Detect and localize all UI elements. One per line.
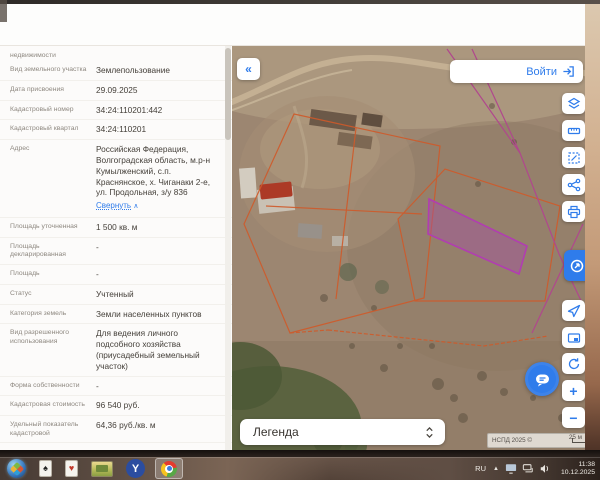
taskbar-chrome-active[interactable] [155,458,183,479]
zoom-in-button[interactable]: + [562,380,585,401]
login-icon [563,66,574,77]
zoom-out-button[interactable]: − [562,407,585,428]
chrome-icon [161,460,177,477]
locate-button[interactable] [562,300,585,321]
info-row-cadastral-value: Кадастровая стоимость 96 540 руб. [0,396,232,417]
tray-time: 11:38 [578,460,595,468]
photo-right-edge [585,0,600,480]
info-row-land-category: Категория земель Земли населенных пункто… [0,305,232,325]
share-icon [567,178,580,191]
measure-area-icon [567,151,580,164]
taskbar-cardgame-icon[interactable]: ♥ [65,460,78,477]
tray-clock[interactable]: 11:38 10.12.2025 [561,461,595,476]
measure-button[interactable] [562,120,585,141]
login-label: Войти [526,65,557,78]
map-area[interactable]: « Войти + − Легенда НСПД 2025 © 25 м [232,46,598,450]
updown-chevrons-icon [426,426,433,438]
hidden-icons-arrow[interactable]: ▲ [493,466,499,472]
minimap-button[interactable] [562,327,585,348]
info-row-date: Дата присвоения 29.09.2025 [0,81,232,101]
info-row-cadastral-number: Кадастровый номер 34:24:110201:442 [0,101,232,121]
windows-logo-icon [9,461,24,476]
info-row-specific-value: Удельный показатель кадастровой 64,36 ру… [0,416,232,444]
app-icon-art [96,465,108,472]
browser-top-strip [0,4,600,46]
tray-volume-icon[interactable] [539,463,551,474]
taskbar-app-icon[interactable] [91,460,113,477]
layers-icon [567,97,580,109]
scale-label: 25 м [568,434,582,441]
photo-top-edge [0,0,600,4]
locate-icon [567,304,580,317]
info-row-area: Площадь - [0,265,232,285]
chat-button[interactable] [525,362,559,396]
tray-network-icon[interactable] [522,463,534,474]
compass-button[interactable] [562,353,585,374]
taskbar-solitaire-icon[interactable]: ♠ [39,460,52,477]
layers-button[interactable] [562,93,585,114]
photo-bottom-edge [0,450,600,457]
photo-corner-mark [0,0,7,22]
info-row-permitted-use: Вид разрешенного использования Для веден… [0,324,232,377]
minimap-icon [567,332,580,343]
compass-rotate-icon [568,357,579,369]
print-icon [567,205,580,218]
share-button[interactable] [562,174,585,195]
chevron-up-icon: ∧ [133,203,139,211]
scale-bar: 25 м [569,434,598,443]
chevrons-left-icon: « [245,62,252,76]
copyright-text: НСПД 2025 © [492,437,533,444]
truncated-label: недвижимости [10,52,56,59]
minus-icon: − [569,409,578,426]
identify-object-icon [570,259,584,272]
collapse-panel-button[interactable]: « [237,58,260,80]
info-row-cadastral-quarter: Кадастровый квартал 34:24:110201 [0,120,232,141]
windows-taskbar: ♠ ♥ Y RU ▲ 11:38 10.12.2025 [0,457,600,480]
info-row-area-declared: Площадь декларированная - [0,238,232,265]
ruler-icon [567,127,580,134]
print-button[interactable] [562,201,585,222]
start-button[interactable] [7,459,26,478]
screen-photo: недвижимости Вид земельного участка Земл… [0,0,600,480]
login-button[interactable]: Войти [450,60,583,83]
plus-icon: + [569,382,578,399]
legend-label: Легенда [253,425,299,439]
tray-display-icon[interactable] [505,463,517,474]
measure-area-button[interactable] [562,147,585,168]
tray-date: 10.12.2025 [560,468,595,476]
info-row-address: Адрес Российская Федерация, Волгоградска… [0,140,232,218]
language-indicator[interactable]: RU [475,464,486,473]
address-text: Российская Федерация, Волгоградская обла… [96,144,211,198]
chat-bubble-icon [535,374,549,386]
info-row-status: Статус Учтенный [0,285,232,305]
collapse-address-link[interactable]: Свернуть [96,201,131,212]
map-attribution: НСПД 2025 © 25 м [487,433,598,448]
info-row-land-type: Вид земельного участка Землепользование [0,61,232,81]
info-row-ownership: Форма собственности - [0,377,232,397]
parcel-info-panel: недвижимости Вид земельного участка Земл… [0,46,232,450]
panel-scrollbar-thumb[interactable] [225,48,231,140]
info-row-area-refined: Площадь уточненная 1 500 кв. м [0,218,232,238]
taskbar-yandex-icon[interactable]: Y [126,459,145,478]
legend-dropdown[interactable]: Легенда [240,419,445,445]
